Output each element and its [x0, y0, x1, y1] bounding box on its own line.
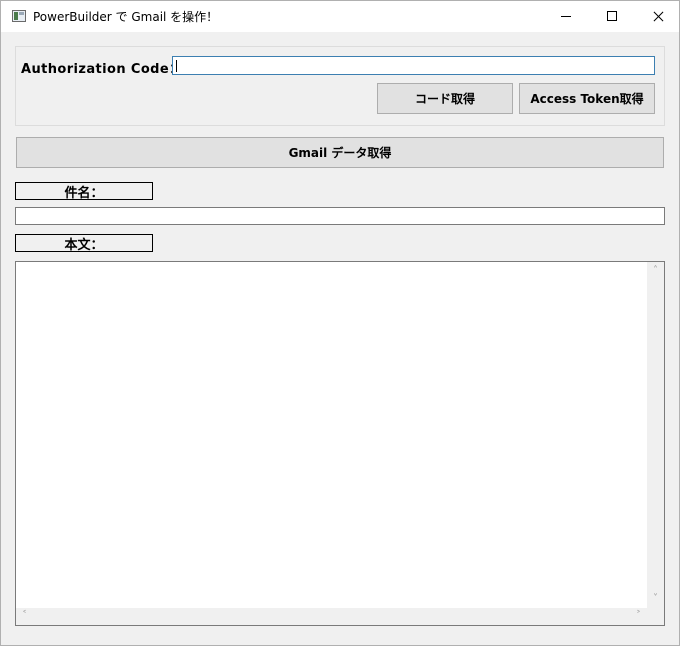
- horizontal-scrollbar[interactable]: ˂ ˃: [16, 608, 647, 625]
- authorization-code-input[interactable]: [172, 56, 655, 75]
- app-window-icon: [12, 10, 26, 22]
- maximize-icon[interactable]: [589, 1, 635, 32]
- minimize-icon[interactable]: [543, 1, 589, 32]
- scroll-down-icon[interactable]: ˅: [647, 594, 664, 604]
- close-icon[interactable]: [635, 1, 680, 32]
- window-title: PowerBuilder で Gmail を操作！: [33, 10, 219, 24]
- title-bar[interactable]: PowerBuilder で Gmail を操作！: [1, 1, 679, 32]
- scroll-up-icon[interactable]: ˄: [647, 266, 664, 276]
- scroll-right-icon[interactable]: ˃: [630, 611, 647, 621]
- subject-field[interactable]: [15, 207, 665, 225]
- get-gmail-data-button[interactable]: Gmail データ取得: [16, 137, 664, 168]
- get-code-button[interactable]: コード取得: [377, 83, 513, 114]
- text-caret: [176, 60, 177, 72]
- subject-label: 件名：: [15, 182, 153, 201]
- body-textarea[interactable]: ˄ ˅ ˂ ˃: [15, 261, 665, 626]
- body-label: 本文：: [15, 234, 153, 253]
- app-window: PowerBuilder で Gmail を操作！ Authorization …: [0, 0, 680, 646]
- scroll-left-icon[interactable]: ˂: [16, 611, 33, 621]
- authorization-code-label: Authorization Code：: [21, 62, 183, 77]
- get-access-token-button[interactable]: Access Token取得: [519, 83, 655, 114]
- vertical-scrollbar[interactable]: ˄ ˅: [647, 262, 664, 608]
- scrollbar-corner: [647, 608, 664, 625]
